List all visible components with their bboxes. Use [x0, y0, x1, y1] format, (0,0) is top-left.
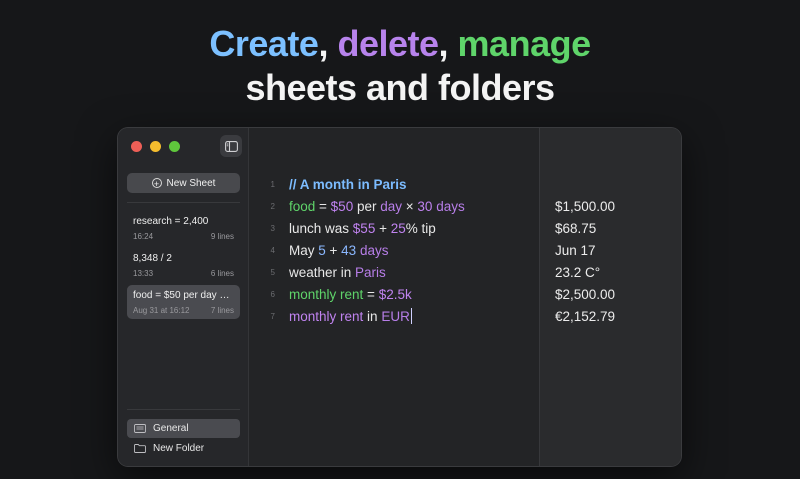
sheet-time: 13:33: [133, 269, 154, 278]
folder-item-new-folder[interactable]: New Folder: [127, 439, 240, 458]
editor-line: 1 // A month in Paris: [249, 173, 407, 195]
code-unit: days: [436, 198, 465, 214]
result-value: $68.75: [555, 220, 597, 236]
result-value: $1,500.00: [555, 198, 616, 214]
line-number: 3: [270, 223, 275, 233]
sheet-item-selected[interactable]: food = $50 per day × 30 days Aug 31 at 1…: [127, 285, 240, 319]
window-controls: [131, 141, 180, 152]
zoom-window-button[interactable]: [169, 141, 180, 152]
code-text: May: [289, 242, 319, 258]
code-unit: days: [359, 242, 389, 258]
sheet-item[interactable]: 8,348 / 2 13:33 6 lines: [127, 248, 240, 282]
editor-line: 3 lunch was $55 + 25% tip: [249, 217, 436, 239]
folder-icon: [134, 444, 146, 453]
sheet-title: 8,348 / 2: [133, 253, 172, 264]
line-number: 7: [270, 311, 275, 321]
divider: [127, 409, 240, 410]
headline-line-2: sheets and folders: [245, 67, 555, 108]
folder-label: New Folder: [153, 443, 205, 454]
code-unit: EUR: [381, 308, 410, 324]
code-unit: Paris: [355, 264, 386, 280]
line-number: 5: [270, 267, 275, 277]
sidebar-icon: [224, 140, 238, 152]
code-number: $55: [352, 220, 376, 236]
code-variable: monthly rent: [289, 286, 364, 302]
editor-line: 5 weather in Paris: [249, 261, 386, 283]
text-cursor: [410, 308, 412, 324]
sheet-item[interactable]: research = 2,400 16:24 9 lines: [127, 211, 240, 245]
code-operator: =: [363, 286, 379, 302]
headline-word-create: Create: [209, 23, 319, 64]
headline-comma: ,: [438, 23, 449, 64]
code-variable: food: [289, 198, 316, 214]
app-window: + New Sheet research = 2,400 16:24 9 lin…: [118, 128, 681, 466]
folder-icon: [134, 424, 146, 433]
code-number: 30: [417, 198, 433, 214]
editor-line: 7 monthly rent in EUR: [249, 305, 412, 327]
folder-label: General: [153, 423, 189, 434]
headline-line-1: Create, delete, manage: [0, 22, 800, 66]
headline-comma: ,: [318, 23, 328, 64]
code-number: $2.5k: [378, 286, 412, 302]
line-number: 6: [270, 289, 275, 299]
sheet-line-count: 7 lines: [210, 306, 234, 315]
new-sheet-label: New Sheet: [166, 177, 216, 189]
new-sheet-button[interactable]: + New Sheet: [127, 173, 240, 193]
code-text: weather in: [289, 264, 356, 280]
headline: Create, delete, manage sheets and folder…: [0, 22, 800, 110]
line-number: 2: [270, 201, 275, 211]
close-window-button[interactable]: [131, 141, 142, 152]
sheet-title: research = 2,400: [133, 216, 209, 227]
result-value: $2,500.00: [555, 286, 616, 302]
code-text: per: [353, 198, 381, 214]
sheet-line-count: 9 lines: [210, 232, 234, 241]
code-comment: // A month in Paris: [289, 176, 407, 192]
editor-line: 4 May 5 + 43 days: [249, 239, 389, 261]
divider: [127, 202, 240, 203]
sheet-title: food = $50 per day × 30 days: [133, 290, 234, 301]
line-number: 1: [270, 179, 275, 189]
code-unit: day: [380, 198, 402, 214]
code-number: 25: [390, 220, 406, 236]
sheet-time: 16:24: [133, 232, 154, 241]
code-operator: +: [375, 220, 391, 236]
code-number: 5: [318, 242, 326, 258]
headline-word-delete: delete: [337, 23, 439, 64]
code-variable: monthly rent: [289, 308, 364, 324]
sidebar: + New Sheet research = 2,400 16:24 9 lin…: [118, 128, 249, 466]
minimize-window-button[interactable]: [150, 141, 161, 152]
plus-circle-icon: +: [151, 178, 162, 189]
results-panel: $1,500.00 $68.75 Jun 17 23.2 C° $2,500.0…: [539, 128, 681, 466]
code-text: in: [363, 308, 382, 324]
folder-item-general[interactable]: General: [127, 419, 240, 438]
code-operator: +: [325, 242, 342, 258]
code-operator: ×: [402, 198, 418, 214]
code-text: lunch was: [289, 220, 353, 236]
editor[interactable]: 1 // A month in Paris 2 food = $50 per d…: [249, 128, 539, 466]
code-number: 43: [341, 242, 357, 258]
code-number: $50: [330, 198, 354, 214]
sheet-line-count: 6 lines: [210, 269, 234, 278]
sheet-time: Aug 31 at 16:12: [133, 306, 190, 315]
result-value: 23.2 C°: [555, 264, 601, 280]
result-value: Jun 17: [555, 242, 596, 258]
line-number: 4: [270, 245, 275, 255]
editor-line: 6 monthly rent = $2.5k: [249, 283, 412, 305]
sidebar-toggle-button[interactable]: [220, 135, 242, 157]
code-operator: =: [315, 198, 331, 214]
code-text: % tip: [405, 220, 436, 236]
result-value: €2,152.79: [555, 308, 616, 324]
headline-word-manage: manage: [457, 23, 592, 64]
editor-line: 2 food = $50 per day × 30 days: [249, 195, 465, 217]
